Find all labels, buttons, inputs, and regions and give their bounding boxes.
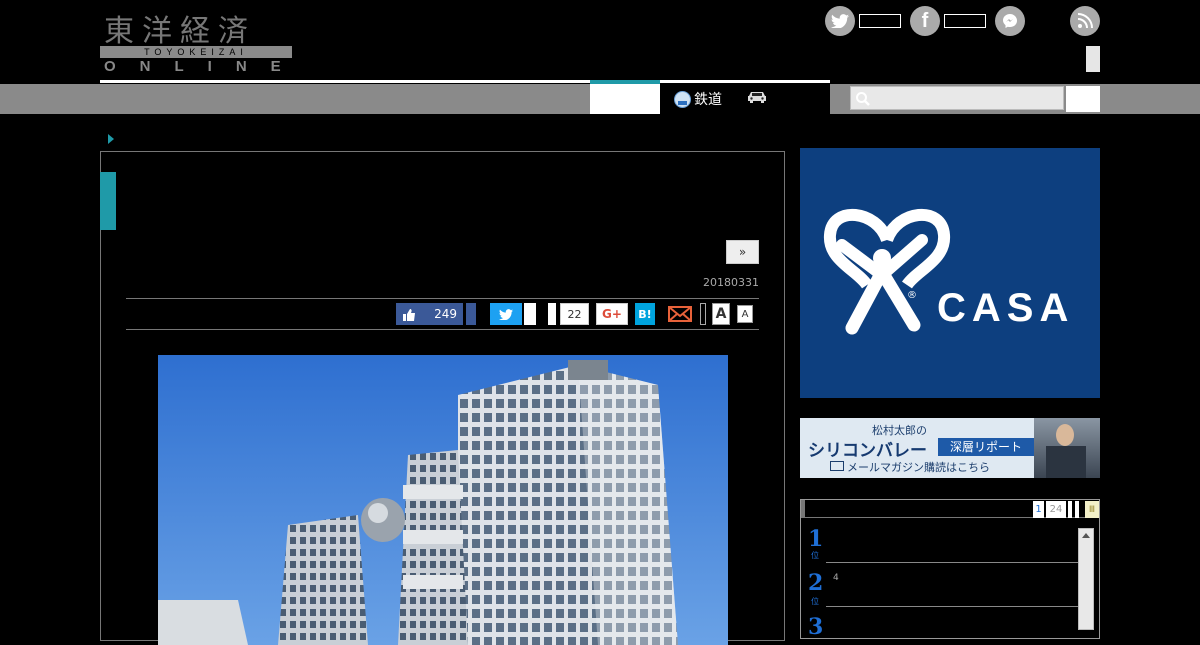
nav-category-group: 鉄道	[660, 84, 830, 114]
article-hero-image	[158, 355, 728, 645]
rank-number: 3	[808, 614, 824, 640]
rss-link[interactable]	[1070, 6, 1100, 36]
casa-logo-icon	[824, 208, 950, 335]
nav-item-car[interactable]	[746, 90, 768, 108]
casa-brand-text: CASA	[937, 286, 1075, 330]
logo-kanji: 東洋経済	[104, 14, 256, 49]
facebook-share[interactable]: f	[910, 6, 988, 36]
facebook-like-button[interactable]: 249	[396, 303, 463, 325]
twitter-icon	[825, 6, 855, 36]
font-large-button[interactable]: A	[712, 303, 730, 325]
ranking-divider	[826, 606, 1078, 607]
messenger-icon	[995, 6, 1025, 36]
logo-online: ONLINE	[104, 58, 305, 75]
hatena-bookmark-button[interactable]: B!	[635, 303, 655, 325]
twitter-count-box	[859, 14, 901, 28]
author-photo	[1034, 418, 1100, 478]
pocket-edge	[548, 303, 556, 325]
logo-romaji: TOYOKEIZAI	[100, 46, 292, 58]
nav-item-label: 鉄道	[694, 92, 722, 108]
tweet-count-box	[524, 303, 536, 325]
ranking-mark-icon[interactable]: Ⅲ	[1085, 501, 1099, 518]
title-accent-bar	[100, 172, 116, 230]
mail-share-button[interactable]	[668, 303, 692, 325]
car-icon	[748, 92, 766, 103]
ranking-page-24[interactable]: 24	[1046, 501, 1066, 518]
silicon-tag: 深層リポート	[938, 438, 1034, 456]
font-size-separator	[700, 303, 706, 325]
next-page-button[interactable]: »	[726, 240, 759, 264]
casa-ad-banner[interactable]: ® CASA	[800, 148, 1100, 398]
twitter-share[interactable]	[825, 6, 903, 36]
like-count: 249	[434, 307, 457, 321]
rank-suffix: 位	[811, 551, 819, 560]
search-input[interactable]	[850, 86, 1064, 110]
ranking-tab[interactable]	[1068, 501, 1072, 518]
googleplus-button[interactable]: G+	[596, 303, 628, 325]
train-icon	[674, 90, 691, 108]
rank-suffix: 位	[811, 597, 819, 606]
ranking-panel	[800, 499, 1100, 639]
rank-number: 1	[808, 526, 824, 552]
facebook-count-box	[944, 14, 986, 28]
ranking-tab[interactable]	[1075, 501, 1079, 518]
nav-item-active[interactable]	[590, 84, 660, 114]
ranking-page-1[interactable]: 1	[1033, 501, 1044, 518]
messenger-share[interactable]	[995, 6, 1025, 36]
facebook-icon: f	[910, 6, 940, 36]
mail-icon	[668, 306, 692, 322]
share-divider-bottom	[126, 329, 759, 330]
menu-toggle[interactable]	[1086, 46, 1100, 72]
silicon-cta: メールマガジン購読はこちら	[847, 461, 990, 474]
ranking-scrollbar[interactable]	[1078, 528, 1094, 630]
facebook-like-edge	[466, 303, 476, 325]
font-small-button[interactable]: A	[737, 305, 753, 323]
casa-registered-mark: ®	[907, 290, 917, 301]
nav-item-train[interactable]: 鉄道	[674, 89, 722, 109]
scroll-up-icon	[1082, 533, 1090, 538]
article-date: 20180331	[703, 276, 759, 289]
site-logo[interactable]: 東洋経済 TOYOKEIZAI ONLINE	[100, 6, 292, 75]
twitter-bird-icon	[499, 308, 513, 320]
silicon-title: シリコンバレー	[808, 441, 927, 461]
twitter-tweet-button[interactable]	[490, 303, 522, 325]
pocket-count[interactable]: 22	[560, 303, 589, 325]
envelope-icon	[830, 461, 844, 471]
rss-icon	[1070, 6, 1100, 36]
rank-note: 4	[833, 573, 839, 583]
breadcrumb-arrow-icon[interactable]	[108, 134, 114, 144]
search-icon	[856, 92, 870, 106]
nav-top-border	[100, 80, 830, 83]
ranking-divider	[826, 562, 1078, 563]
rank-number: 2	[808, 570, 824, 596]
share-divider-top	[126, 298, 759, 299]
search-button[interactable]	[1066, 86, 1100, 112]
silicon-valley-newsletter-banner[interactable]: 松村太郎の シリコンバレー 深層リポート メールマガジン購読はこちら	[800, 418, 1100, 478]
thumbs-up-icon	[403, 308, 415, 321]
